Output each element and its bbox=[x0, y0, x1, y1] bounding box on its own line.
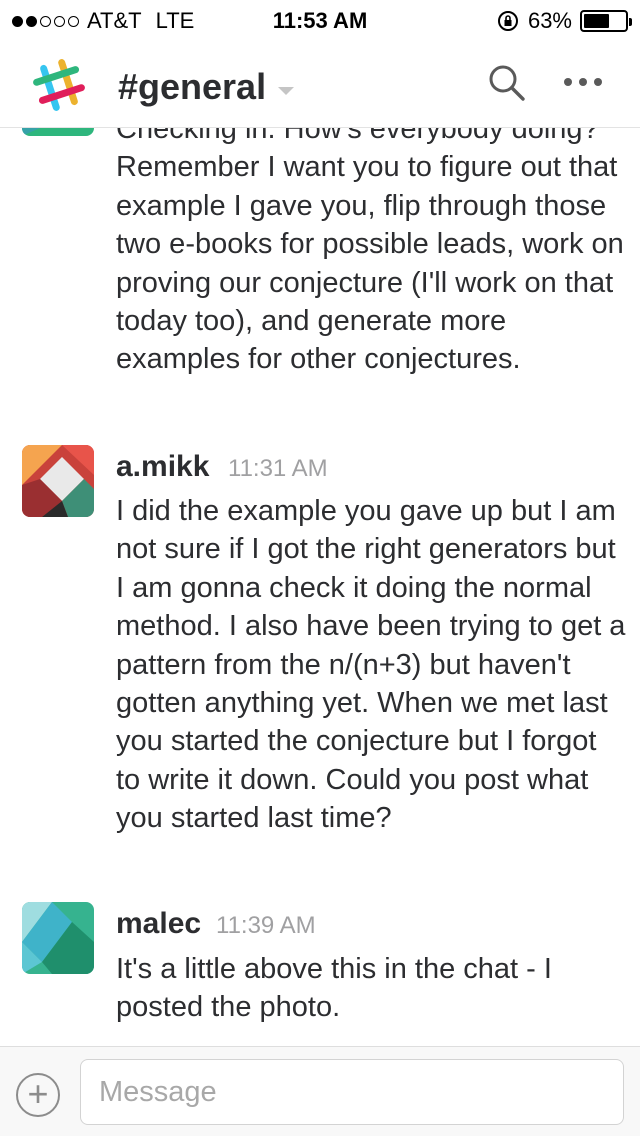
channel-header: #general bbox=[0, 40, 640, 128]
orientation-lock-icon bbox=[497, 11, 518, 31]
status-right: 63% bbox=[496, 8, 632, 34]
more-dot bbox=[564, 78, 572, 86]
message-list[interactable]: Checking in. How's everybody doing? Reme… bbox=[0, 128, 640, 1046]
message-text: It's a little above this in the chat - I… bbox=[116, 953, 552, 1024]
slack-logo-icon[interactable] bbox=[30, 56, 88, 114]
search-icon[interactable] bbox=[486, 62, 526, 102]
chevron-down-icon[interactable] bbox=[276, 84, 296, 98]
more-dot bbox=[579, 78, 587, 86]
more-options-icon[interactable] bbox=[564, 70, 604, 94]
add-attachment-button[interactable]: + bbox=[16, 1073, 60, 1117]
message-input[interactable] bbox=[80, 1059, 624, 1125]
avatar[interactable] bbox=[22, 128, 94, 136]
username[interactable]: malec bbox=[116, 907, 201, 941]
timestamp: 11:39 AM bbox=[216, 912, 316, 939]
timestamp: 11:31 AM bbox=[228, 455, 328, 482]
avatar[interactable] bbox=[22, 902, 94, 974]
status-bar: AT&T LTE 11:53 AM 63% bbox=[0, 0, 640, 40]
more-dot bbox=[594, 78, 602, 86]
battery-icon bbox=[580, 10, 632, 32]
avatar[interactable] bbox=[22, 445, 94, 517]
message-text: I did the example you gave up but I am n… bbox=[116, 495, 626, 835]
battery-percent: 63% bbox=[527, 8, 572, 33]
battery-fill bbox=[584, 14, 610, 28]
message-text: Checking in. How's everybody doing? Reme… bbox=[116, 128, 624, 376]
message-composer: + bbox=[0, 1046, 640, 1136]
channel-title[interactable]: #general bbox=[118, 66, 266, 108]
username[interactable]: a.mikk bbox=[116, 450, 209, 484]
